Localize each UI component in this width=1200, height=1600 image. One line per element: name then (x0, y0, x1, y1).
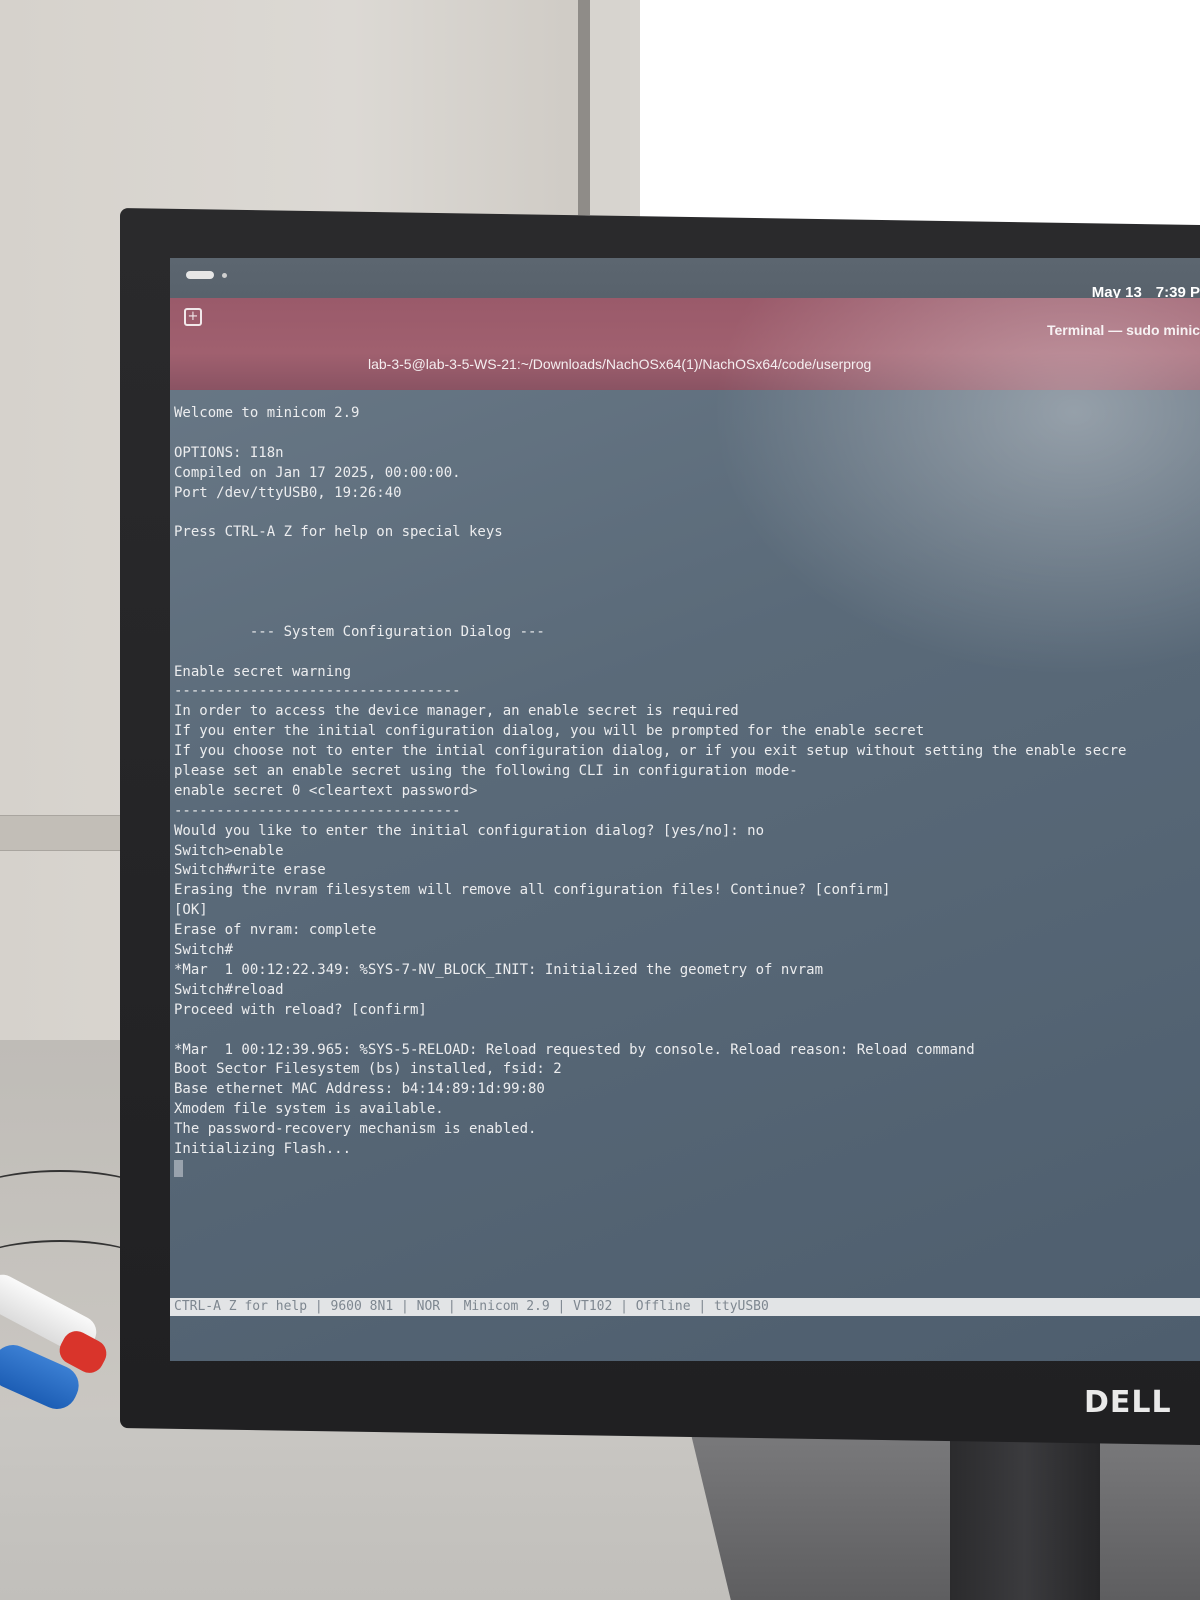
terminal-line: Switch>enable (174, 842, 284, 859)
window-title: Terminal — sudo minic (1047, 322, 1200, 338)
terminal-line: Switch# (174, 942, 234, 959)
window-light (640, 0, 1200, 232)
photo-scene: DELL May 13 7:39 P + Terminal — sudo mini… (0, 0, 1200, 1600)
monitor-stand-base (690, 1430, 1200, 1600)
terminal-line: Base ethernet MAC Address: b4:14:89:1d:9… (174, 1081, 545, 1098)
wall-trim (0, 815, 120, 851)
terminal-output[interactable]: Welcome to minicom 2.9 OPTIONS: I18n Compi… (174, 404, 1200, 1180)
terminal-line: enable secret 0 <cleartext password> (174, 782, 478, 799)
terminal-line: ---------------------------------- (174, 683, 461, 700)
terminal-line: Initializing Flash... (174, 1140, 352, 1157)
cursor-icon (174, 1159, 183, 1177)
menu-indicator-icon (186, 271, 214, 279)
dell-logo: DELL (1084, 1385, 1172, 1420)
window-path: lab-3-5@lab-3-5-WS-21:~/Downloads/NachOS… (368, 356, 872, 372)
screen: May 13 7:39 P + Terminal — sudo minic lab… (170, 258, 1200, 1361)
terminal-line: Compiled on Jan 17 2025, 00:00:00. (174, 464, 461, 481)
wall-strip (590, 0, 640, 215)
terminal-line: *Mar 1 00:12:39.965: %SYS-5-RELOAD: Relo… (174, 1041, 975, 1058)
terminal-line: In order to access the device manager, a… (174, 703, 739, 720)
terminal-line: Switch#write erase (174, 862, 326, 879)
terminal-line: *Mar 1 00:12:22.349: %SYS-7-NV_BLOCK_INI… (174, 961, 824, 978)
terminal-line: If you enter the initial configuration d… (174, 723, 925, 740)
plus-square-icon[interactable]: + (184, 308, 202, 326)
terminal-line: The password-recovery mechanism is enabl… (174, 1121, 537, 1138)
wall-edge (578, 0, 590, 215)
terminal-line: OPTIONS: I18n (174, 444, 284, 461)
terminal-line: Erasing the nvram filesystem will remove… (174, 882, 891, 899)
terminal-line: [OK] (174, 902, 208, 919)
menu-dot-icon (222, 273, 227, 278)
terminal-line: --- System Configuration Dialog --- (174, 623, 545, 640)
terminal-line: Enable secret warning (174, 663, 352, 680)
menu-bar: May 13 7:39 P (170, 258, 1200, 301)
terminal-line: Boot Sector Filesystem (bs) installed, f… (174, 1061, 562, 1078)
terminal-line: please set an enable secret using the fo… (174, 763, 798, 780)
terminal-line: Proceed with reload? [confirm] (174, 1001, 427, 1018)
terminal-line: Xmodem file system is available. (174, 1101, 444, 1118)
terminal-line: Switch#reload (174, 981, 284, 998)
terminal-line: Welcome to minicom 2.9 (174, 405, 360, 421)
terminal-line: Press CTRL-A Z for help on special keys (174, 524, 503, 541)
terminal-line: ---------------------------------- (174, 802, 461, 819)
terminal-titlebar[interactable]: + Terminal — sudo minic lab-3-5@lab-3-5-… (170, 298, 1200, 390)
terminal-line: If you choose not to enter the intial co… (174, 743, 1127, 760)
monitor-stand (950, 1420, 1100, 1600)
minicom-status-bar: CTRL-A Z for help | 9600 8N1 | NOR | Min… (170, 1298, 1200, 1316)
terminal-line: Would you like to enter the initial conf… (174, 822, 765, 839)
terminal-cursor-line[interactable] (174, 1159, 1200, 1180)
terminal-line: Port /dev/ttyUSB0, 19:26:40 (174, 484, 402, 501)
terminal-line: Erase of nvram: complete (174, 922, 377, 939)
